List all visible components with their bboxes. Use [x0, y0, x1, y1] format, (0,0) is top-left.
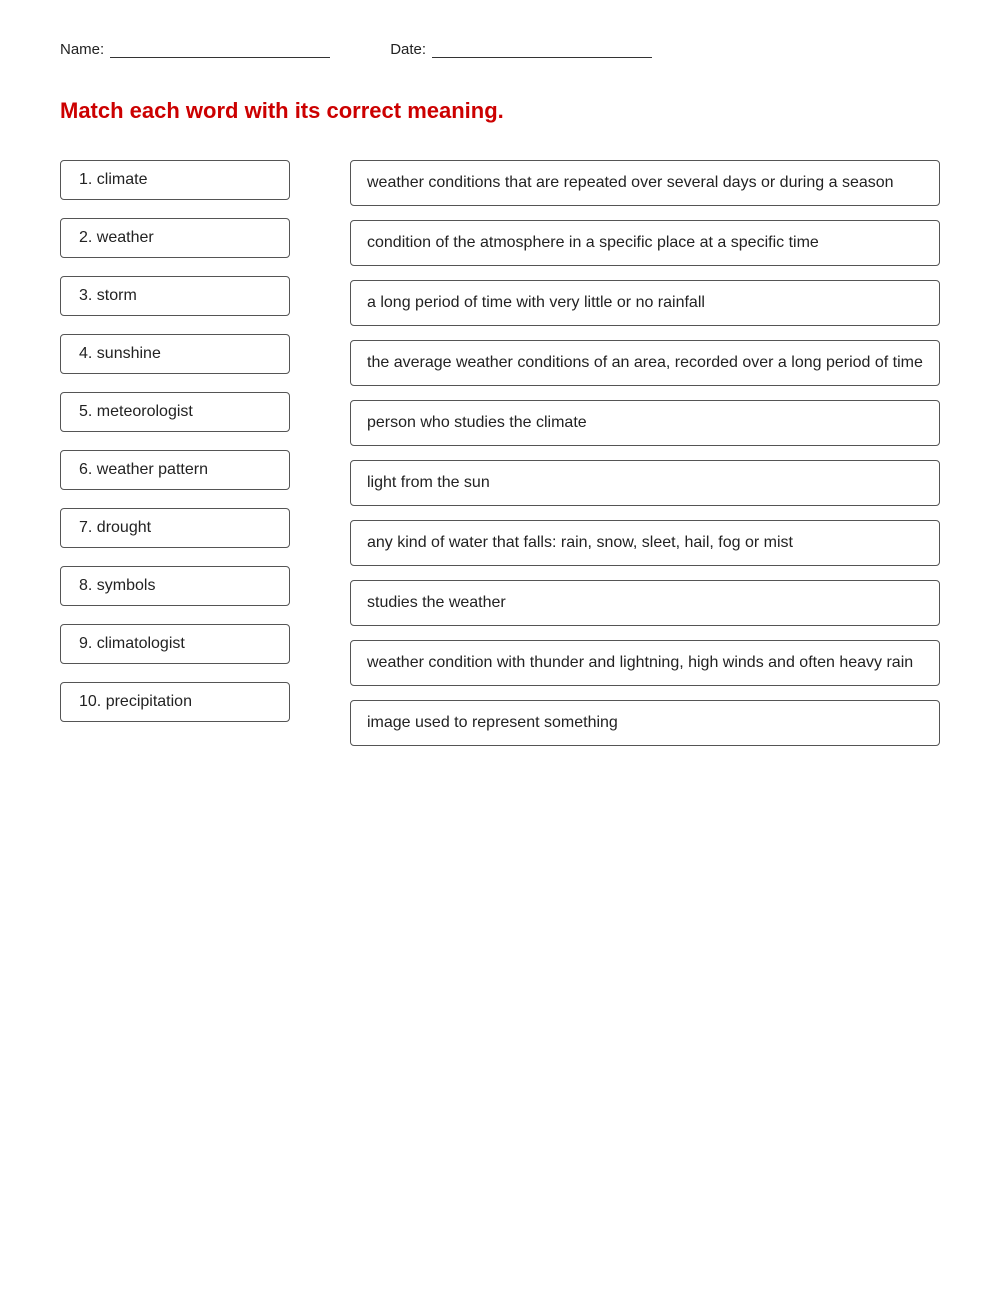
def-4[interactable]: the average weather conditions of an are…: [350, 340, 940, 386]
name-line: [110, 40, 330, 58]
date-label: Date:: [390, 41, 426, 58]
term-3[interactable]: 3. storm: [60, 276, 290, 316]
term-5[interactable]: 5. meteorologist: [60, 392, 290, 432]
def-9[interactable]: weather condition with thunder and light…: [350, 640, 940, 686]
term-6[interactable]: 6. weather pattern: [60, 450, 290, 490]
term-2[interactable]: 2. weather: [60, 218, 290, 258]
name-label: Name:: [60, 41, 104, 58]
name-field: Name:: [60, 40, 330, 58]
date-line: [432, 40, 652, 58]
def-3[interactable]: a long period of time with very little o…: [350, 280, 940, 326]
def-2[interactable]: condition of the atmosphere in a specifi…: [350, 220, 940, 266]
def-6[interactable]: light from the sun: [350, 460, 940, 506]
def-7[interactable]: any kind of water that falls: rain, snow…: [350, 520, 940, 566]
term-1[interactable]: 1. climate: [60, 160, 290, 200]
header-row: Name: Date:: [60, 40, 940, 58]
definitions-column: weather conditions that are repeated ove…: [350, 160, 940, 746]
page-title: Match each word with its correct meaning…: [60, 98, 940, 124]
term-4[interactable]: 4. sunshine: [60, 334, 290, 374]
term-8[interactable]: 8. symbols: [60, 566, 290, 606]
date-field: Date:: [390, 40, 652, 58]
terms-column: 1. climate 2. weather 3. storm 4. sunshi…: [60, 160, 290, 722]
term-10[interactable]: 10. precipitation: [60, 682, 290, 722]
term-7[interactable]: 7. drought: [60, 508, 290, 548]
match-container: 1. climate 2. weather 3. storm 4. sunshi…: [60, 160, 940, 746]
def-10[interactable]: image used to represent something: [350, 700, 940, 746]
term-9[interactable]: 9. climatologist: [60, 624, 290, 664]
def-8[interactable]: studies the weather: [350, 580, 940, 626]
def-5[interactable]: person who studies the climate: [350, 400, 940, 446]
def-1[interactable]: weather conditions that are repeated ove…: [350, 160, 940, 206]
